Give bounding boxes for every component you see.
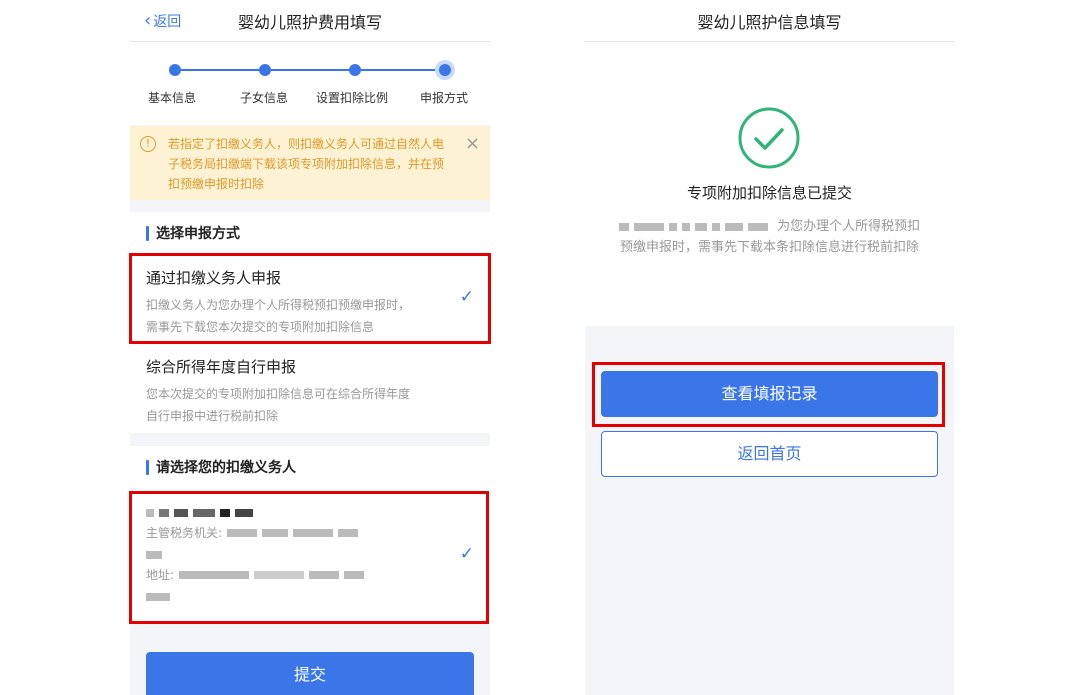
authority-row: 主管税务机关: xyxy=(146,522,474,544)
section-bar xyxy=(146,225,149,241)
notice-banner: ! 若指定了扣缴义务人，则扣缴义务人可通过自然人电子税务局扣缴端下载该项专项附加… xyxy=(130,126,490,200)
section-header-withholder: 请选择您的扣缴义务人 xyxy=(130,446,490,488)
step-dot-1 xyxy=(169,64,181,76)
submit-button[interactable]: 提交 xyxy=(146,652,474,695)
back-button[interactable]: ‹ 返回 xyxy=(144,11,181,31)
address-label: 地址: xyxy=(146,568,175,582)
left-screen: ‹ 返回 婴幼儿照护费用填写 基本信息 子女信息 设置扣除比例 申报方式 ! 若… xyxy=(130,0,490,695)
success-check-icon xyxy=(738,107,800,169)
page-title: 婴幼儿照护信息填写 xyxy=(697,12,842,32)
success-title: 专项附加扣除信息已提交 xyxy=(686,184,852,202)
address-row: 地址: xyxy=(146,564,474,586)
step-dot-current xyxy=(435,60,455,80)
option-title: 通过扣缴义务人申报 xyxy=(146,269,282,287)
step-label-3: 设置扣除比例 xyxy=(316,91,389,105)
address-redacted-2 xyxy=(146,586,474,606)
step-dot-2 xyxy=(259,64,271,76)
page-title: 婴幼儿照护费用填写 xyxy=(237,12,382,32)
top-navbar: ‹ 返回 婴幼儿照护费用填写 xyxy=(130,0,490,42)
step-label-1: 基本信息 xyxy=(148,91,197,105)
success-desc-text: 为您办理个人所得税预扣预缴申报时，需事先下载本条扣除信息进行税前扣除 xyxy=(619,219,921,255)
section-title: 请选择您的扣缴义务人 xyxy=(156,460,296,476)
authority-label: 主管税务机关: xyxy=(146,526,223,540)
section-title: 选择申报方式 xyxy=(156,226,240,242)
step-connector xyxy=(175,69,445,71)
section-bar xyxy=(146,459,149,475)
check-icon: ✓ xyxy=(459,287,474,307)
progress-steps xyxy=(130,42,490,125)
withholder-name-redacted xyxy=(146,502,474,522)
option-title: 综合所得年度自行申报 xyxy=(146,358,297,376)
right-screen: 婴幼儿照护信息填写 专项附加扣除信息已提交 为您办理个人所得税预扣预缴申报时，需… xyxy=(585,0,954,695)
option-desc: 您本次提交的专项附加扣除信息可在综合所得年度自行申报中进行税前扣除 xyxy=(146,387,411,423)
success-panel: 专项附加扣除信息已提交 为您办理个人所得税预扣预缴申报时，需事先下载本条扣除信息… xyxy=(585,42,954,326)
back-label: 返回 xyxy=(153,14,182,30)
option-withholding-agent[interactable]: 通过扣缴义务人申报 扣缴义务人为您办理个人所得税预扣预缴申报时，需事先下载您本次… xyxy=(130,255,490,341)
option-desc: 扣缴义务人为您办理个人所得税预扣预缴申报时，需事先下载您本次提交的专项附加扣除信… xyxy=(146,298,411,334)
option-self-declare[interactable]: 综合所得年度自行申报 您本次提交的专项附加扣除信息可在综合所得年度自行申报中进行… xyxy=(130,343,490,433)
notice-text: 若指定了扣缴义务人，则扣缴义务人可通过自然人电子税务局扣缴端下载该项专项附加扣除… xyxy=(168,137,445,191)
view-records-button[interactable]: 查看填报记录 xyxy=(601,371,938,417)
top-navbar: 婴幼儿照护信息填写 xyxy=(585,0,954,42)
step-label-4: 申报方式 xyxy=(420,91,469,105)
section-header-method: 选择申报方式 xyxy=(130,212,490,254)
step-label-2: 子女信息 xyxy=(240,91,289,105)
chevron-left-icon: ‹ xyxy=(144,10,152,31)
step-dot-3 xyxy=(349,64,361,76)
return-home-button[interactable]: 返回首页 xyxy=(601,431,938,477)
check-icon: ✓ xyxy=(459,544,474,564)
success-description: 为您办理个人所得税预扣预缴申报时，需事先下载本条扣除信息进行税前扣除 xyxy=(615,216,924,258)
withholder-card[interactable]: 主管税务机关: 地址: ✓ xyxy=(130,488,490,624)
authority-redacted-2 xyxy=(146,544,474,564)
close-icon[interactable]: × xyxy=(465,134,480,154)
info-icon: ! xyxy=(140,136,156,152)
